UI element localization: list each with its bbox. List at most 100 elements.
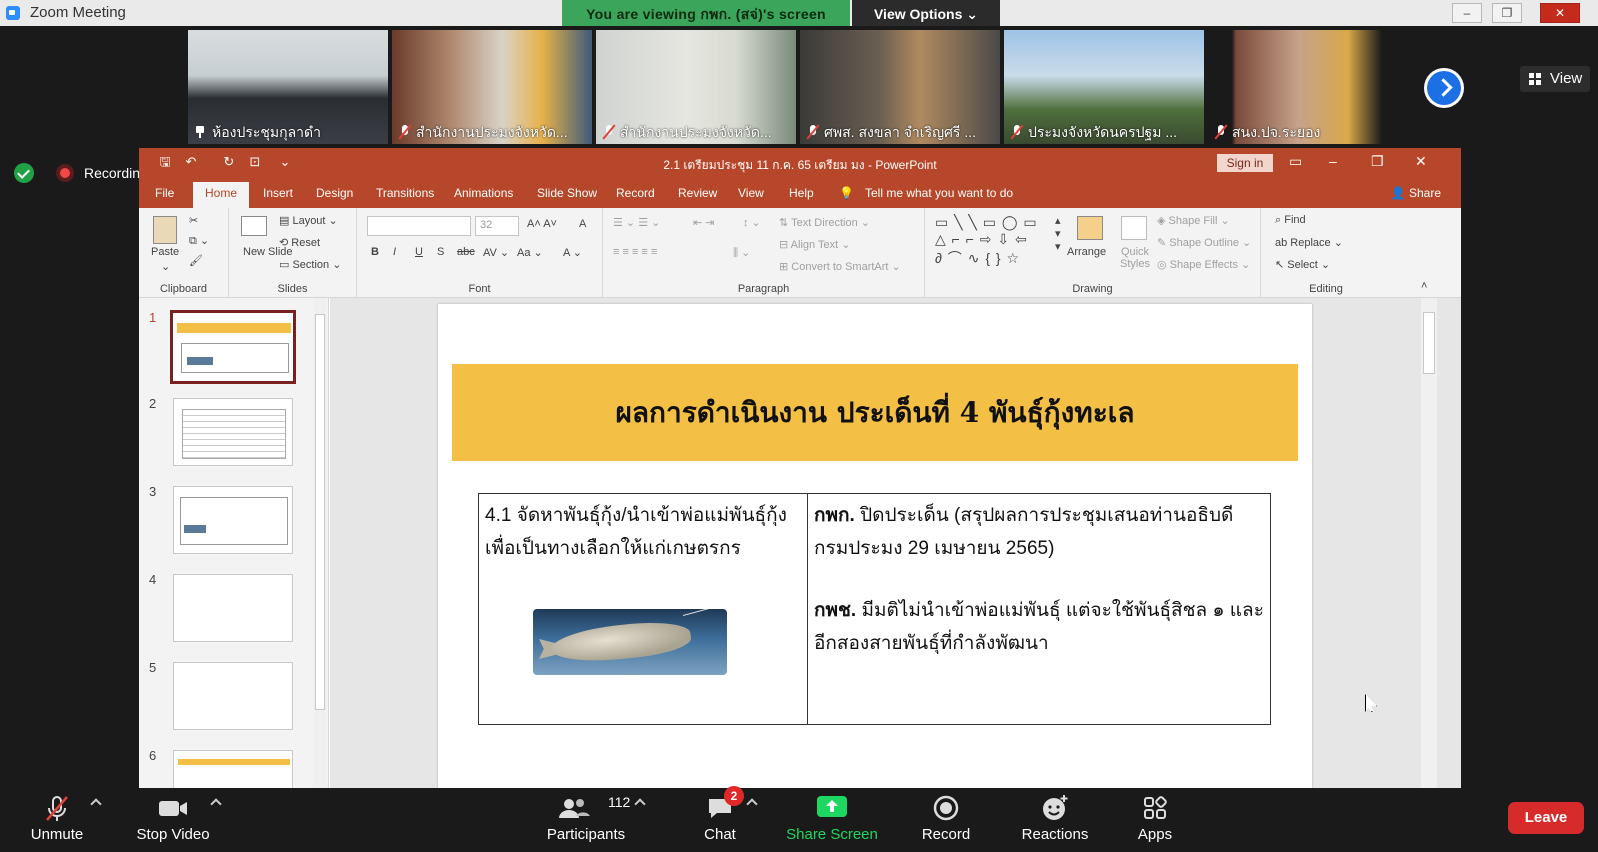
italic-icon[interactable]: I [393, 246, 396, 258]
quick-styles-icon[interactable] [1121, 216, 1147, 240]
chevron-down-icon[interactable]: ⌄ [161, 260, 170, 273]
tab-help[interactable]: Help [789, 186, 814, 200]
slide-table[interactable]: 4.1 จัดหาพันธุ์กุ้ง/นำเข้าพ่อแม่พันธุ์กุ… [478, 493, 1271, 725]
slide-thumbnail[interactable] [173, 750, 293, 788]
security-shield-icon[interactable] [14, 163, 34, 183]
slide-thumbnail[interactable] [170, 310, 296, 384]
tab-review[interactable]: Review [678, 186, 717, 200]
participant-tile[interactable]: สำนักงานประมงจังหวัด... [392, 30, 592, 144]
select-button[interactable]: ↖ Select ⌄ [1275, 258, 1330, 271]
close-button[interactable]: ✕ [1540, 3, 1580, 23]
reactions-button[interactable]: Reactions [1000, 788, 1110, 852]
slide-thumbnail[interactable] [173, 398, 293, 466]
char-spacing-icon[interactable]: AV ⌄ [483, 246, 509, 259]
tab-design[interactable]: Design [316, 186, 353, 200]
arrange-button[interactable]: Arrange [1067, 246, 1106, 258]
bold-icon[interactable]: B [371, 246, 379, 258]
shadow-icon[interactable]: S [437, 246, 444, 258]
participant-tile[interactable]: ศพส. สงขลา จำเริญศรี ... [800, 30, 1000, 144]
paste-button[interactable]: Paste [151, 246, 179, 258]
replace-button[interactable]: ab Replace ⌄ [1275, 236, 1343, 249]
new-slide-icon[interactable] [241, 216, 267, 236]
reset-button[interactable]: ⟲ Reset [279, 236, 320, 249]
align-text-button[interactable]: ⊟ Align Text ⌄ [779, 238, 850, 251]
align-icons[interactable]: ≡ ≡ ≡ ≡ ≡ [613, 246, 657, 258]
shape-outline-button[interactable]: ✎ Shape Outline ⌄ [1157, 236, 1251, 249]
cut-icon[interactable]: ✂ [189, 214, 198, 227]
ribbon-display-icon[interactable]: ▭ [1289, 153, 1302, 170]
slide-scrollbar[interactable] [1421, 298, 1437, 788]
next-page-button[interactable] [1424, 68, 1464, 108]
record-button[interactable]: Record [906, 788, 986, 852]
font-color-icon[interactable]: A ⌄ [563, 246, 582, 259]
thumbnails-scrollbar[interactable] [313, 298, 327, 788]
quick-styles-button[interactable]: Quick Styles [1115, 246, 1155, 270]
format-painter-icon[interactable]: 🖌 [189, 254, 203, 267]
recording-icon[interactable] [56, 164, 74, 182]
underline-icon[interactable]: U [415, 246, 423, 258]
table-cell[interactable]: 4.1 จัดหาพันธุ์กุ้ง/นำเข้าพ่อแม่พันธุ์กุ… [478, 493, 808, 725]
clear-format-icon[interactable]: A [579, 218, 586, 230]
tab-animations[interactable]: Animations [454, 186, 513, 200]
powerpoint-window: 🖫 ↶ ↻ ⊡ ⌄ 2.1 เตรียมประชุม 11 ก.ค. 65 เต… [139, 148, 1461, 788]
tab-file[interactable]: File [155, 186, 174, 200]
line-spacing-icon[interactable]: ↕ ⌄ [743, 216, 761, 229]
unmute-button[interactable]: Unmute [20, 788, 94, 852]
shape-fill-button[interactable]: ◈ Shape Fill ⌄ [1157, 214, 1230, 227]
share-screen-button[interactable]: Share Screen [780, 788, 884, 852]
slide-thumbnail[interactable] [173, 486, 293, 554]
font-size-select[interactable]: 32 [475, 216, 519, 236]
ppt-close-button[interactable]: ✕ [1415, 153, 1427, 170]
copy-icon[interactable]: ⧉ ⌄ [189, 234, 209, 248]
shrimp-image[interactable] [533, 609, 727, 675]
grow-font-icon[interactable]: A˄ A˅ [527, 218, 557, 230]
tell-me-search[interactable]: Tell me what you want to do [865, 186, 1013, 200]
participant-tile[interactable]: สำนักงานประมงจังหวัด... [596, 30, 796, 144]
paste-icon[interactable] [153, 216, 177, 244]
chat-button[interactable]: 2 Chat [690, 786, 750, 852]
tab-slide-show[interactable]: Slide Show [537, 186, 597, 200]
ppt-restore-button[interactable]: ❐ [1371, 153, 1384, 170]
gallery-more-icon[interactable]: ▴ ▾ ▾ [1055, 214, 1061, 253]
layout-button[interactable]: ▤ Layout ⌄ [279, 214, 338, 227]
strikethrough-icon[interactable]: abc [457, 246, 475, 258]
participant-tile[interactable]: ห้องประชุมกุลาดำ [188, 30, 388, 144]
shape-effects-button[interactable]: ◎ Shape Effects ⌄ [1157, 258, 1250, 271]
restore-button[interactable]: ❐ [1492, 3, 1522, 23]
minimize-button[interactable]: – [1452, 3, 1482, 23]
participant-tile[interactable]: ประมงจังหวัดนครปฐม ... [1004, 30, 1204, 144]
stop-video-button[interactable]: Stop Video [128, 788, 218, 852]
text-direction-button[interactable]: ⇅ Text Direction ⌄ [779, 216, 870, 229]
shapes-gallery[interactable]: ▭ ╲ ╲ ▭ ◯ ▭ △ ⌐ ⌐ ⇨ ⇩ ⇦ ∂ ⌒ ∿ { } ☆ [935, 214, 1038, 268]
share-button[interactable]: 👤 Share [1391, 186, 1441, 200]
tab-record[interactable]: Record [616, 186, 655, 200]
apps-button[interactable]: Apps [1120, 788, 1190, 852]
ppt-minimize-button[interactable]: – [1329, 153, 1337, 169]
current-slide[interactable]: ผลการดำเนินงาน ประเด็นที่ 4 พันธุ์กุ้งทะ… [438, 304, 1312, 788]
tab-insert[interactable]: Insert [263, 186, 293, 200]
leave-button[interactable]: Leave [1508, 802, 1584, 834]
participants-button[interactable]: 112 Participants [534, 788, 638, 852]
tab-transitions[interactable]: Transitions [376, 186, 434, 200]
change-case-icon[interactable]: Aa ⌄ [517, 246, 543, 259]
slide-title[interactable]: ผลการดำเนินงาน ประเด็นที่ 4 พันธุ์กุ้งทะ… [452, 364, 1298, 461]
tab-home[interactable]: Home [193, 182, 250, 208]
font-name-select[interactable] [367, 216, 471, 236]
slide-thumbnail[interactable] [173, 662, 293, 730]
tab-view[interactable]: View [738, 186, 764, 200]
bullets-icon[interactable]: ☰ ⌄ ☰ ⌄ [613, 216, 660, 229]
agency-label: กพก. [814, 505, 855, 526]
section-button[interactable]: ▭ Section ⌄ [279, 258, 341, 271]
table-cell[interactable]: กพก. ปิดประเด็น (สรุปผลการประชุมเสนอท่าน… [807, 493, 1271, 725]
smartart-button[interactable]: ⊞ Convert to SmartArt ⌄ [779, 260, 901, 273]
indent-icon[interactable]: ⇤ ⇥ [693, 216, 715, 229]
view-options-button[interactable]: View Options ⌄ [852, 0, 1000, 28]
collapse-ribbon-icon[interactable]: ˄ [1421, 280, 1427, 292]
arrange-icon[interactable] [1077, 216, 1103, 240]
sign-in-button[interactable]: Sign in [1217, 154, 1273, 172]
view-button[interactable]: View [1520, 66, 1590, 92]
slide-thumbnail[interactable] [173, 574, 293, 642]
find-button[interactable]: ⌕ Find [1275, 214, 1306, 227]
participant-tile[interactable]: สนง.ปจ.ระยอง [1208, 30, 1408, 144]
columns-icon[interactable]: ⫼ ⌄ [733, 246, 750, 260]
